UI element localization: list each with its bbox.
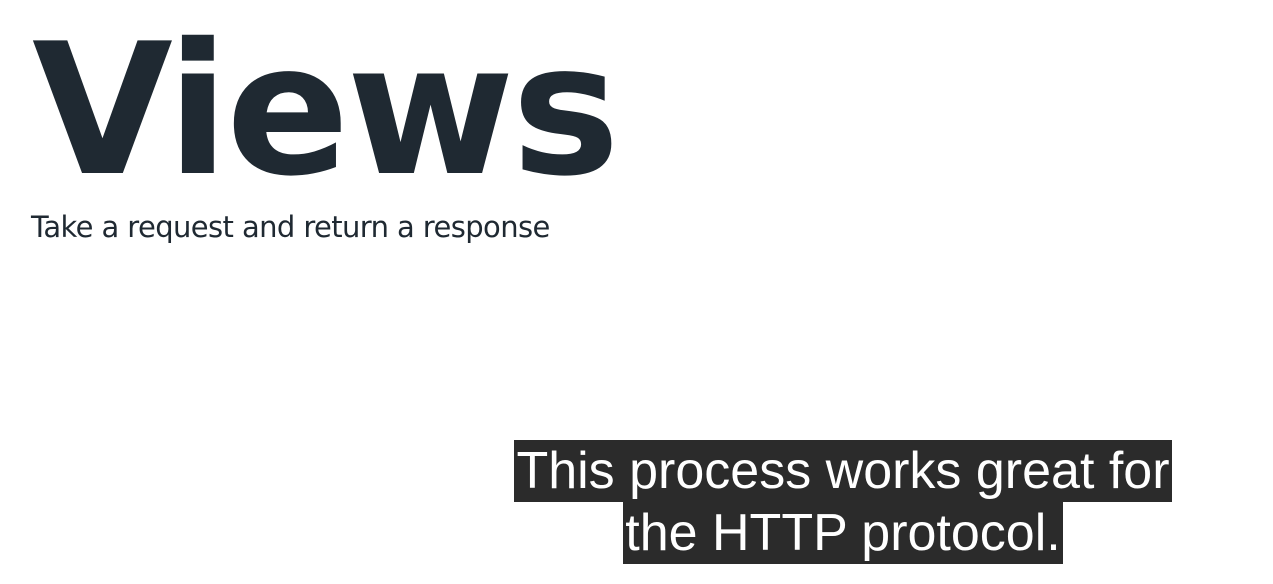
video-slide: Views Take a request and return a respon…: [0, 0, 1273, 584]
caption-line-1: This process works great for: [514, 440, 1172, 502]
slide-title: Views: [32, 4, 620, 216]
subtitle-caption: This process works great for the HTTP pr…: [503, 440, 1183, 564]
slide-subtitle: Take a request and return a response: [31, 210, 550, 244]
caption-line-2: the HTTP protocol.: [623, 502, 1063, 564]
